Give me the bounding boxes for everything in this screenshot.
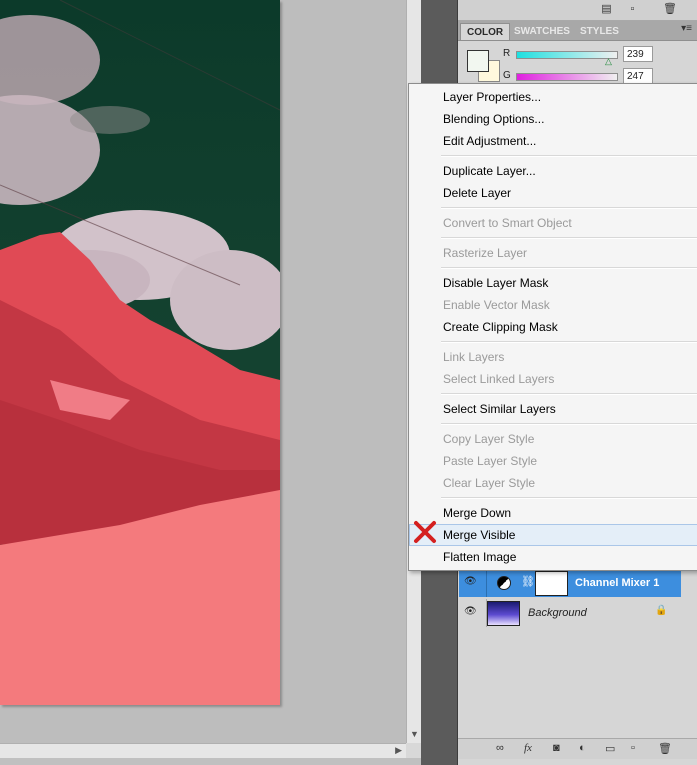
eye-icon[interactable]: 👁 <box>464 606 478 618</box>
scrollbar-corner <box>406 743 421 758</box>
color-panel-tabs: COLOR SWATCHES STYLES ▾≡ <box>458 21 697 41</box>
infrared-mountain-photo <box>0 0 280 705</box>
layer-thumbnail <box>487 601 520 626</box>
green-slider[interactable] <box>516 73 618 81</box>
menu-item-paste-layer-style: Paste Layer Style <box>443 454 538 468</box>
lock-icon: 🔒 <box>655 605 668 616</box>
menu-item-disable-layer-mask[interactable]: Disable Layer Mask <box>409 272 697 294</box>
green-channel-label: G <box>503 70 511 81</box>
panel-icon-bar: ▤ ▫ 🗑 <box>458 0 697 21</box>
new-layer-icon[interactable]: ▫ <box>631 742 635 754</box>
menu-item-delete-layer[interactable]: Delete Layer <box>409 182 697 204</box>
menu-item-edit-adjustment[interactable]: Edit Adjustment... <box>409 130 697 152</box>
menu-item-flatten-image[interactable]: Flatten Image <box>409 546 697 568</box>
red-x-marker-icon <box>414 521 436 543</box>
red-value-input[interactable]: 239 <box>623 46 653 62</box>
scroll-right-icon[interactable]: ▶ <box>395 745 402 756</box>
layers-panel-footer: ∞ fx ◙ ◐ ▭ ▫ 🗑 <box>458 738 697 759</box>
foreground-color-swatch[interactable] <box>467 50 489 72</box>
menu-separator <box>441 497 697 499</box>
tab-swatches[interactable]: SWATCHES <box>508 23 576 40</box>
red-channel-label: R <box>503 48 511 59</box>
link-icon[interactable]: ⛓ <box>521 575 535 588</box>
trash-icon[interactable]: 🗑 <box>663 3 677 15</box>
panel-options-icon[interactable]: ▤ <box>600 3 613 15</box>
color-panel: R △ 239 G 247 <box>458 41 697 84</box>
layer-row-channel-mixer[interactable]: 👁 ⛓ Channel Mixer 1 <box>459 569 681 597</box>
tab-styles[interactable]: STYLES <box>574 23 625 40</box>
menu-item-enable-vector-mask: Enable Vector Mask <box>443 298 550 312</box>
menu-separator <box>441 423 697 425</box>
menu-item-copy-layer-style: Copy Layer Style <box>443 432 535 446</box>
fx-icon[interactable]: fx <box>524 742 532 754</box>
menu-separator <box>441 237 697 239</box>
folder-icon[interactable]: ▭ <box>605 742 615 755</box>
menu-separator <box>441 341 697 343</box>
menu-separator <box>441 155 697 157</box>
menu-separator <box>441 393 697 395</box>
layer-row-background[interactable]: 👁 Background 🔒 <box>459 599 681 627</box>
menu-item-merge-visible[interactable]: Merge Visible <box>409 524 697 546</box>
menu-separator <box>441 207 697 209</box>
scroll-down-icon[interactable]: ▼ <box>410 729 419 739</box>
menu-item-rasterize-layer: Rasterize Layer <box>443 246 528 260</box>
adjustment-icon <box>497 576 511 590</box>
layer-mask-thumbnail[interactable] <box>535 571 568 596</box>
new-item-icon[interactable]: ▫ <box>626 3 639 15</box>
menu-item-create-clipping-mask[interactable]: Create Clipping Mask <box>409 316 697 338</box>
menu-item-blending-options[interactable]: Blending Options... <box>409 108 697 130</box>
menu-item-duplicate-layer[interactable]: Duplicate Layer... <box>409 160 697 182</box>
menu-separator <box>441 267 697 269</box>
menu-item-layer-properties[interactable]: Layer Properties... <box>409 86 697 108</box>
red-slider-thumb-icon[interactable]: △ <box>605 56 612 67</box>
menu-item-select-linked-layers: Select Linked Layers <box>443 372 555 386</box>
menu-item-select-similar-layers[interactable]: Select Similar Layers <box>409 398 697 420</box>
menu-item-clear-layer-style: Clear Layer Style <box>443 476 536 490</box>
eye-icon[interactable]: 👁 <box>464 576 478 588</box>
trash-icon[interactable]: 🗑 <box>658 742 672 755</box>
menu-item-convert-to-smart-object: Convert to Smart Object <box>443 216 572 230</box>
tab-color[interactable]: COLOR <box>460 23 511 40</box>
horizontal-scrollbar[interactable]: ▶ <box>0 743 406 758</box>
red-slider[interactable] <box>516 51 618 59</box>
layer-name[interactable]: Channel Mixer 1 <box>575 577 659 589</box>
mask-icon[interactable]: ◙ <box>553 742 560 754</box>
layer-name[interactable]: Background <box>528 607 587 619</box>
green-value-input[interactable]: 247 <box>623 68 653 84</box>
menu-item-merge-down[interactable]: Merge Down <box>409 502 697 524</box>
layer-context-menu: Layer Properties... Blending Options... … <box>408 83 697 571</box>
document-canvas[interactable] <box>0 0 406 743</box>
panel-menu-icon[interactable]: ▾≡ <box>681 23 692 34</box>
link-icon[interactable]: ∞ <box>496 742 504 754</box>
menu-item-link-layers: Link Layers <box>443 350 505 364</box>
adjustment-icon[interactable]: ◐ <box>579 742 586 754</box>
